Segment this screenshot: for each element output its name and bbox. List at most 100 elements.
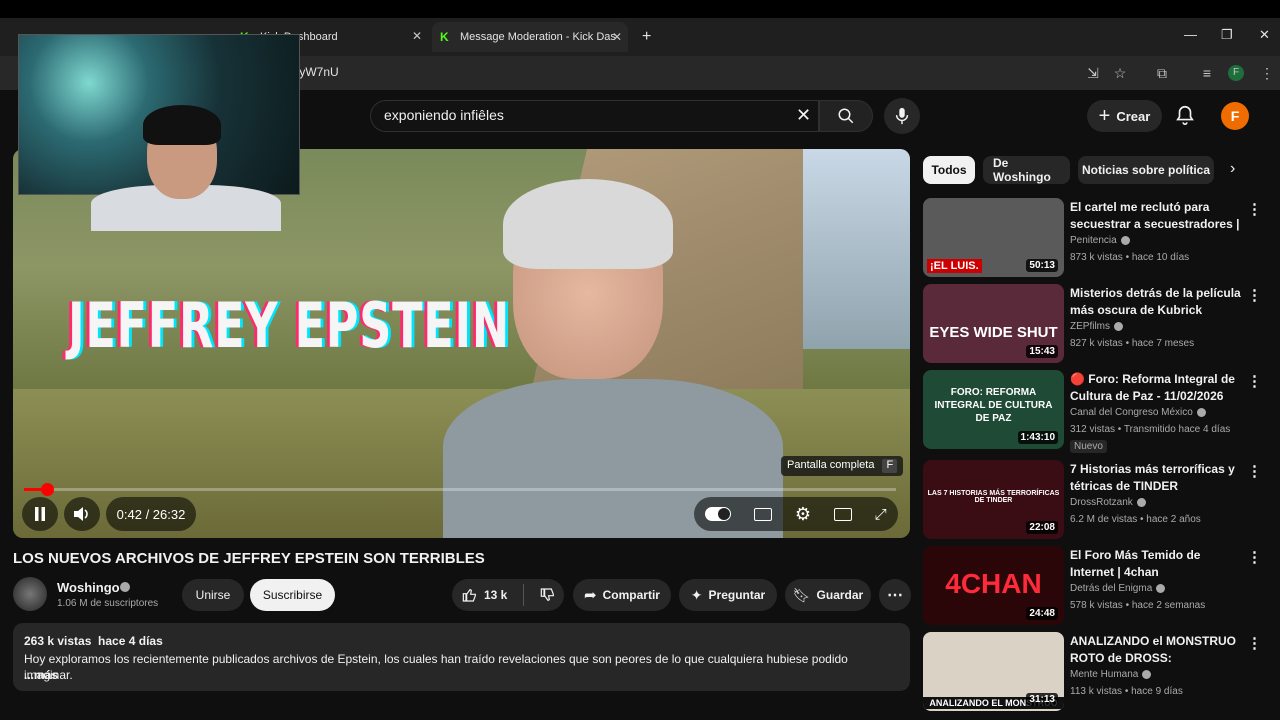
channel-name: ZEPfilms [1070,321,1110,332]
recommendation-card[interactable]: EYES WIDE SHUT 15:43 Misterios detrás de l… [923,284,1263,364]
more-options-icon[interactable]: ⋮ [1247,286,1262,304]
recommendation-meta: 113 k vistas • hace 9 días [1070,686,1183,697]
top-border [0,0,1280,18]
recommendation-meta: 6.2 M de vistas • hace 2 años [1070,514,1201,525]
recommendation-card[interactable]: 4CHAN 24:48 El Foro Más Temido de Internet… [923,546,1263,626]
time-display: 0:42 / 26:32 [106,497,196,531]
recommendation-channel[interactable]: Mente Humana [1070,669,1152,680]
close-tab-icon[interactable]: ✕ [412,29,422,43]
pause-button[interactable] [22,497,58,531]
save-button[interactable]: 🔖︎ Guardar [785,579,871,611]
recommendation-channel[interactable]: Detrás del Enigma [1070,583,1166,594]
create-button[interactable]: + Crear [1087,100,1162,132]
bookmark-star-icon[interactable]: ☆ [1110,63,1130,83]
recommendation-channel[interactable]: DrossRotzank [1070,497,1146,508]
recommendation-title[interactable]: ANALIZANDO el MONSTRUO ROTO de DROSS: ¿P… [1070,633,1245,667]
recommendation-card[interactable]: LAS 7 HISTORIAS MÁS TERRORÍFICAS DE TIND… [923,460,1263,540]
settings-gear-icon[interactable]: ⚙ [795,504,811,525]
recommendation-card[interactable]: ANALIZANDO EL MONSTRUO 31:13 ANALIZANDO el… [923,632,1263,712]
channel-name: Detrás del Enigma [1070,583,1153,594]
chip-de-woshingo[interactable]: De Woshingo [983,156,1070,184]
like-button[interactable]: 13 k [462,587,507,603]
media-control-icon[interactable]: ≡ [1197,63,1217,83]
profile-avatar-icon[interactable]: F [1228,65,1244,81]
more-options-icon[interactable]: ⋮ [1247,200,1262,218]
chip-noticias-politica[interactable]: Noticias sobre política [1078,156,1214,184]
time-text: 0:42 / 26:32 [116,506,186,522]
minimize-button[interactable]: — [1184,27,1197,42]
recommendation-channel[interactable]: Penitencia [1070,235,1130,246]
video-thumbnail[interactable]: ¡EL LUIS. 50:13 [923,198,1064,277]
video-thumbnail[interactable]: 4CHAN 24:48 [923,546,1064,625]
recommendation-channel[interactable]: ZEPfilms [1070,321,1123,332]
share-button[interactable]: ➦ Compartir [573,579,671,611]
video-thumbnail[interactable]: LAS 7 HISTORIAS MÁS TERRORÍFICAS DE TIND… [923,460,1064,539]
video-thumbnail[interactable]: FORO: REFORMA INTEGRAL DE CULTURA DE PAZ… [923,370,1064,449]
close-window-button[interactable]: ✕ [1259,27,1270,43]
url-text[interactable]: fyW7nU [296,65,339,79]
autoplay-toggle[interactable] [705,507,732,521]
recommendation-title[interactable]: El Foro Más Temido de Internet | 4chan [1070,547,1245,581]
more-options-icon[interactable]: ⋮ [1247,372,1262,390]
recommendation-title[interactable]: El cartel me reclutó para secuestrar a s… [1070,199,1245,233]
thumbs-up-icon [462,588,476,602]
recommendation-card[interactable]: ¡EL LUIS. 50:13 El cartel me reclutó para … [923,198,1263,278]
thumbnail-text: FORO: REFORMA INTEGRAL DE CULTURA DE PAZ [934,387,1053,424]
more-options-icon[interactable]: ⋮ [1247,462,1262,480]
chevron-right-icon[interactable]: › [1230,160,1235,178]
subscribe-button[interactable]: Suscribirse [250,579,335,611]
join-label: Unirse [195,588,231,602]
microphone-icon [895,107,909,125]
user-avatar[interactable]: F [1221,102,1249,130]
create-label: Crear [1116,108,1151,124]
volume-button[interactable] [64,497,100,531]
recommendation-meta: 873 k vistas • hace 10 días [1070,252,1190,263]
bookmark-icon: 🔖︎ [792,586,811,603]
fullscreen-icon[interactable]: ⤢ [875,506,887,523]
channel-avatar[interactable] [13,577,47,611]
recommendation-title[interactable]: 7 Historias más terroríficas y tétricas … [1070,461,1245,495]
restore-button[interactable]: ❐ [1221,27,1233,43]
recommendation-title[interactable]: 🔴 Foro: Reforma Integral de Cultura de P… [1070,371,1245,405]
ask-button[interactable]: ✦ Preguntar [679,579,777,611]
verified-badge-icon [1156,583,1166,593]
more-actions-icon[interactable]: ⋯ [879,579,911,611]
share-icon: ➦ [584,587,597,604]
like-divider [523,584,525,606]
recommendation-title[interactable]: Misterios detrás de la película más oscu… [1070,285,1245,319]
thumbnail-text: EYES WIDE SHUT [929,324,1058,341]
channel-name[interactable]: Woshingo [57,580,120,595]
recommendation-meta: 827 k vistas • hace 7 meses [1070,338,1195,349]
search-input-value[interactable]: exponiendo infiêles [384,107,504,123]
channel-name: DrossRotzank [1070,497,1133,508]
extensions-icon[interactable]: ⧉ [1152,63,1172,83]
chrome-menu-icon[interactable]: ⋮ [1257,63,1277,83]
install-app-icon[interactable]: ⇲ [1083,63,1103,83]
verified-badge-icon [1142,669,1152,679]
more-options-icon[interactable]: ⋮ [1247,634,1262,652]
clear-search-icon[interactable]: ✕ [796,105,811,126]
thumbs-down-icon[interactable] [540,587,556,603]
recommendation-channel[interactable]: Canal del Congreso México [1070,407,1206,418]
theater-mode-icon[interactable] [833,507,852,521]
voice-search-button[interactable] [884,98,920,134]
video-thumbnail[interactable]: ANALIZANDO EL MONSTRUO 31:13 [923,632,1064,711]
video-thumbnail[interactable]: EYES WIDE SHUT 15:43 [923,284,1064,363]
progress-bar[interactable] [24,488,896,491]
close-tab-icon[interactable]: ✕ [612,30,622,44]
chip-todos[interactable]: Todos [923,156,975,184]
join-button[interactable]: Unirse [182,579,244,611]
more-options-icon[interactable]: ⋮ [1247,548,1262,566]
subtitles-icon[interactable] [754,507,773,521]
video-duration: 22:08 [1026,521,1058,534]
verified-badge-icon [1120,235,1130,245]
recommendation-card[interactable]: FORO: REFORMA INTEGRAL DE CULTURA DE PAZ… [923,370,1263,453]
video-duration: 15:43 [1026,345,1058,358]
tab-message-moderation[interactable]: K Message Moderation - Kick Das ✕ [432,22,628,52]
progress-scrubber[interactable] [41,483,54,496]
webcam-person-hair [143,105,221,145]
description-more-link[interactable]: ...más [24,668,58,682]
search-button[interactable] [819,100,873,132]
notifications-bell-icon[interactable] [1174,104,1196,126]
new-tab-button[interactable]: + [634,24,658,50]
